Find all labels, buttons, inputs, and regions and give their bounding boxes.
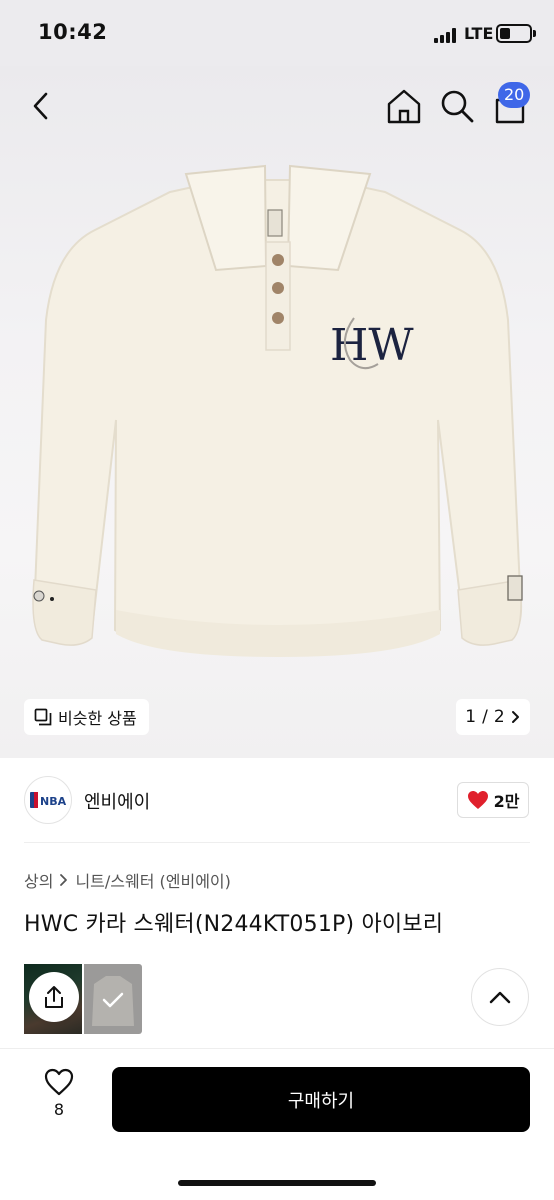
breadcrumb-category[interactable]: 상의 [24, 868, 53, 892]
signal-icon [434, 27, 460, 43]
page-current: 1 [465, 707, 477, 727]
breadcrumb: 상의 니트/스웨터 (엔비에이) [24, 868, 231, 892]
similar-products-button[interactable]: 비슷한 상품 [24, 699, 149, 735]
similar-products-label: 비슷한 상품 [58, 709, 137, 728]
svg-text:NBA: NBA [40, 795, 66, 808]
brand-like-count: 2만 [493, 792, 520, 811]
home-indicator [178, 1180, 376, 1186]
wishlist-count: 8 [53, 1100, 65, 1119]
search-icon [441, 90, 474, 123]
share-icon [45, 986, 63, 1008]
nba-logo-icon: NBA [30, 792, 66, 808]
check-icon [92, 976, 134, 1026]
image-pager[interactable]: 1 / 2 [456, 699, 530, 735]
buy-button[interactable]: 구매하기 [112, 1067, 530, 1132]
thumbnail-2[interactable] [84, 964, 142, 1034]
brand-name[interactable]: 엔비에이 [84, 788, 150, 814]
network-label: LTE [464, 24, 494, 43]
share-button[interactable] [29, 972, 79, 1022]
status-time: 10:42 [38, 20, 108, 44]
home-button[interactable] [384, 86, 424, 126]
chevron-up-icon [489, 991, 511, 1004]
chevron-left-icon [33, 92, 48, 120]
product-image: HW [32, 164, 523, 657]
cart-count-badge: 20 [498, 82, 531, 108]
scroll-top-button[interactable] [471, 968, 529, 1026]
breadcrumb-subcategory[interactable]: 니트/스웨터 (엔비에이) [75, 868, 230, 892]
brand-logo[interactable]: NBA [24, 776, 72, 824]
battery-icon [496, 24, 532, 43]
chevron-right-icon [60, 874, 68, 886]
heart-icon [44, 1068, 74, 1096]
back-button[interactable] [26, 88, 58, 124]
status-bar: 10:42 LTE [0, 0, 554, 66]
home-icon [387, 89, 421, 124]
copy-icon [34, 708, 52, 726]
search-button[interactable] [437, 86, 477, 126]
page-separator: / [482, 707, 488, 727]
heart-filled-icon [467, 791, 488, 809]
top-nav [0, 66, 554, 146]
svg-text:HW: HW [330, 320, 414, 371]
chevron-right-icon [511, 711, 519, 723]
brand-like-button[interactable]: 2만 [457, 782, 529, 818]
divider [24, 842, 530, 843]
product-title: HWC 카라 스웨터(N244KT051P) 아이보리 [24, 912, 444, 937]
wishlist-button[interactable]: 8 [34, 1068, 84, 1128]
page-total: 2 [493, 707, 505, 727]
